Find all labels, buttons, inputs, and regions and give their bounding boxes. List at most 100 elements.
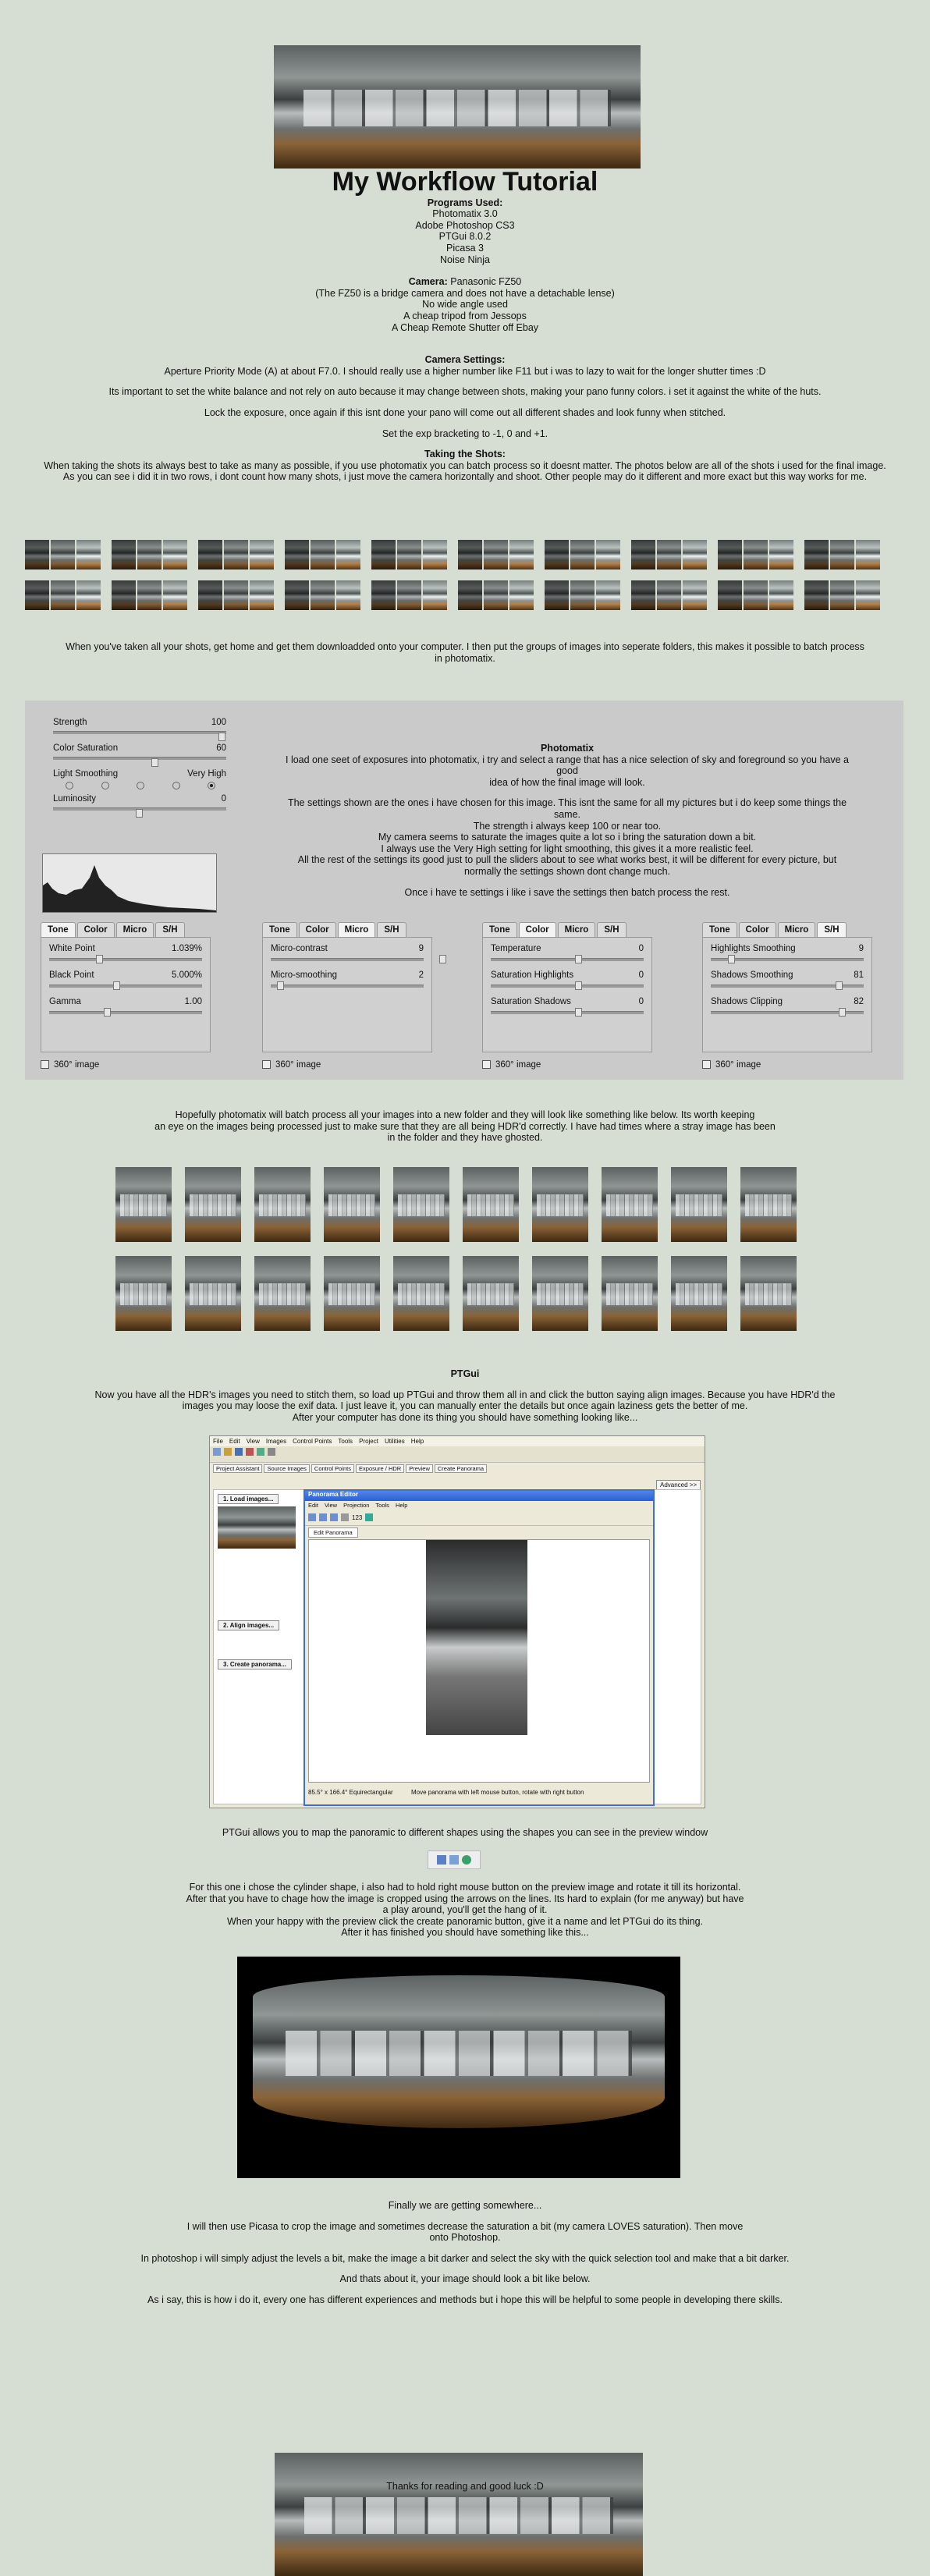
slider-knob[interactable] bbox=[575, 981, 582, 990]
align-images-button[interactable]: 2. Align images... bbox=[218, 1620, 280, 1630]
menu-item[interactable]: Images bbox=[266, 1438, 286, 1445]
equirectangular-icon[interactable] bbox=[462, 1855, 471, 1865]
ptgui-tab[interactable]: Source Images bbox=[264, 1464, 310, 1473]
setting-slider[interactable] bbox=[271, 958, 424, 961]
slider-knob[interactable] bbox=[575, 955, 582, 963]
projection-icon[interactable] bbox=[319, 1513, 327, 1521]
360-image-checkbox[interactable]: 360° image bbox=[262, 1060, 432, 1070]
tab-tone[interactable]: Tone bbox=[482, 922, 517, 937]
header-panorama-image bbox=[274, 45, 641, 169]
checkbox[interactable] bbox=[482, 1060, 491, 1070]
tab-sh[interactable]: S/H bbox=[817, 922, 847, 937]
slider-knob[interactable] bbox=[728, 955, 735, 963]
setting-slider[interactable] bbox=[491, 985, 644, 988]
radio[interactable] bbox=[172, 782, 180, 789]
fit-icon[interactable] bbox=[341, 1513, 349, 1521]
menu-item[interactable]: View bbox=[247, 1438, 260, 1445]
cylinder-icon[interactable] bbox=[449, 1855, 459, 1865]
tab-tone[interactable]: Tone bbox=[702, 922, 737, 937]
slider-knob[interactable] bbox=[439, 955, 446, 963]
tab-sh[interactable]: S/H bbox=[155, 922, 185, 937]
slider-knob[interactable] bbox=[218, 733, 225, 741]
menu-item[interactable]: Tools bbox=[338, 1438, 353, 1445]
editor-menu-item[interactable]: Projection bbox=[343, 1502, 369, 1509]
slider-knob[interactable] bbox=[839, 1008, 846, 1017]
tab-micro[interactable]: Micro bbox=[777, 922, 816, 937]
setting-slider[interactable] bbox=[491, 1011, 644, 1014]
strength-slider[interactable] bbox=[53, 731, 226, 734]
radio[interactable] bbox=[101, 782, 109, 789]
open-icon[interactable] bbox=[224, 1448, 232, 1456]
saturation-slider[interactable] bbox=[53, 757, 226, 760]
tab-micro[interactable]: Micro bbox=[115, 922, 154, 937]
save-icon[interactable] bbox=[235, 1448, 243, 1456]
setting-slider[interactable] bbox=[271, 985, 424, 988]
menu-item[interactable]: File bbox=[213, 1438, 223, 1445]
tab-sh[interactable]: S/H bbox=[377, 922, 406, 937]
checkbox[interactable] bbox=[702, 1060, 711, 1070]
zoom-icon[interactable] bbox=[268, 1448, 275, 1456]
ptgui-tab[interactable]: Project Assistant bbox=[213, 1464, 263, 1473]
preview-icon[interactable] bbox=[365, 1513, 374, 1521]
setting-row: Black Point 5.000% bbox=[49, 970, 202, 997]
settings-box: Micro-contrast 9 Micro-smoothing 2 bbox=[262, 937, 446, 1052]
setting-slider[interactable] bbox=[49, 1011, 202, 1014]
menu-item[interactable]: Help bbox=[411, 1438, 424, 1445]
editor-menu-item[interactable]: Edit bbox=[308, 1502, 318, 1509]
checkbox[interactable] bbox=[262, 1060, 271, 1070]
ptgui-text: images you may loose the exif data. I ju… bbox=[182, 1400, 748, 1412]
slider-knob[interactable] bbox=[277, 981, 284, 990]
ptgui-tab[interactable]: Control Points bbox=[311, 1464, 355, 1473]
ptgui-menubar: File Edit View Images Control Points Tools Pro… bbox=[210, 1436, 705, 1446]
tab-color[interactable]: Color bbox=[738, 922, 776, 937]
slider-knob[interactable] bbox=[575, 1008, 582, 1017]
radio[interactable] bbox=[137, 782, 144, 789]
shot-thumbnail bbox=[744, 580, 768, 610]
tab-micro[interactable]: Micro bbox=[557, 922, 596, 937]
radio-selected[interactable] bbox=[208, 782, 215, 789]
setting-slider[interactable] bbox=[49, 985, 202, 988]
editor-menu-item[interactable]: Tools bbox=[375, 1502, 389, 1509]
light-smoothing-radios[interactable] bbox=[53, 779, 226, 794]
tab-color[interactable]: Color bbox=[518, 922, 556, 937]
tab-color[interactable]: Color bbox=[298, 922, 336, 937]
360-image-checkbox[interactable]: 360° image bbox=[41, 1060, 211, 1070]
tab-micro[interactable]: Micro bbox=[337, 922, 376, 937]
menu-item[interactable]: Project bbox=[359, 1438, 378, 1445]
create-panorama-button[interactable]: 3. Create panorama... bbox=[218, 1659, 292, 1669]
slider-knob[interactable] bbox=[113, 981, 120, 990]
slider-knob[interactable] bbox=[836, 981, 843, 990]
projection-icon[interactable] bbox=[330, 1513, 338, 1521]
menu-item[interactable]: Control Points bbox=[293, 1438, 332, 1445]
load-images-button[interactable]: 1. Load images... bbox=[218, 1494, 279, 1504]
tool-icon[interactable] bbox=[257, 1448, 264, 1456]
slider-knob[interactable] bbox=[151, 758, 158, 767]
tab-tone[interactable]: Tone bbox=[41, 922, 76, 937]
ptgui-tab[interactable]: Preview bbox=[406, 1464, 433, 1473]
checkbox[interactable] bbox=[41, 1060, 49, 1070]
hdr-thumbnail bbox=[463, 1167, 519, 1242]
projection-icon[interactable] bbox=[308, 1513, 316, 1521]
ptgui-tab[interactable]: Exposure / HDR bbox=[356, 1464, 405, 1473]
editor-menu-item[interactable]: Help bbox=[396, 1502, 407, 1509]
tab-tone[interactable]: Tone bbox=[262, 922, 297, 937]
setting-slider[interactable] bbox=[491, 958, 644, 961]
shot-thumbnail bbox=[657, 540, 681, 569]
ptgui-tab[interactable]: Create Panorama bbox=[434, 1464, 488, 1473]
setting-slider[interactable] bbox=[49, 958, 202, 961]
slider-knob[interactable] bbox=[104, 1008, 111, 1017]
rectilinear-icon[interactable] bbox=[437, 1855, 446, 1865]
360-image-checkbox[interactable]: 360° image bbox=[702, 1060, 872, 1070]
slider-knob[interactable] bbox=[136, 809, 143, 818]
360-image-checkbox[interactable]: 360° image bbox=[482, 1060, 652, 1070]
slider-knob[interactable] bbox=[96, 955, 103, 963]
menu-item[interactable]: Utilities bbox=[385, 1438, 405, 1445]
editor-tab[interactable]: Edit Panorama bbox=[308, 1528, 358, 1538]
menu-item[interactable]: Edit bbox=[229, 1438, 240, 1445]
tab-sh[interactable]: S/H bbox=[597, 922, 627, 937]
radio[interactable] bbox=[66, 782, 73, 789]
editor-menu-item[interactable]: View bbox=[325, 1502, 337, 1509]
undo-icon[interactable] bbox=[246, 1448, 254, 1456]
new-icon[interactable] bbox=[213, 1448, 221, 1456]
tab-color[interactable]: Color bbox=[76, 922, 115, 937]
